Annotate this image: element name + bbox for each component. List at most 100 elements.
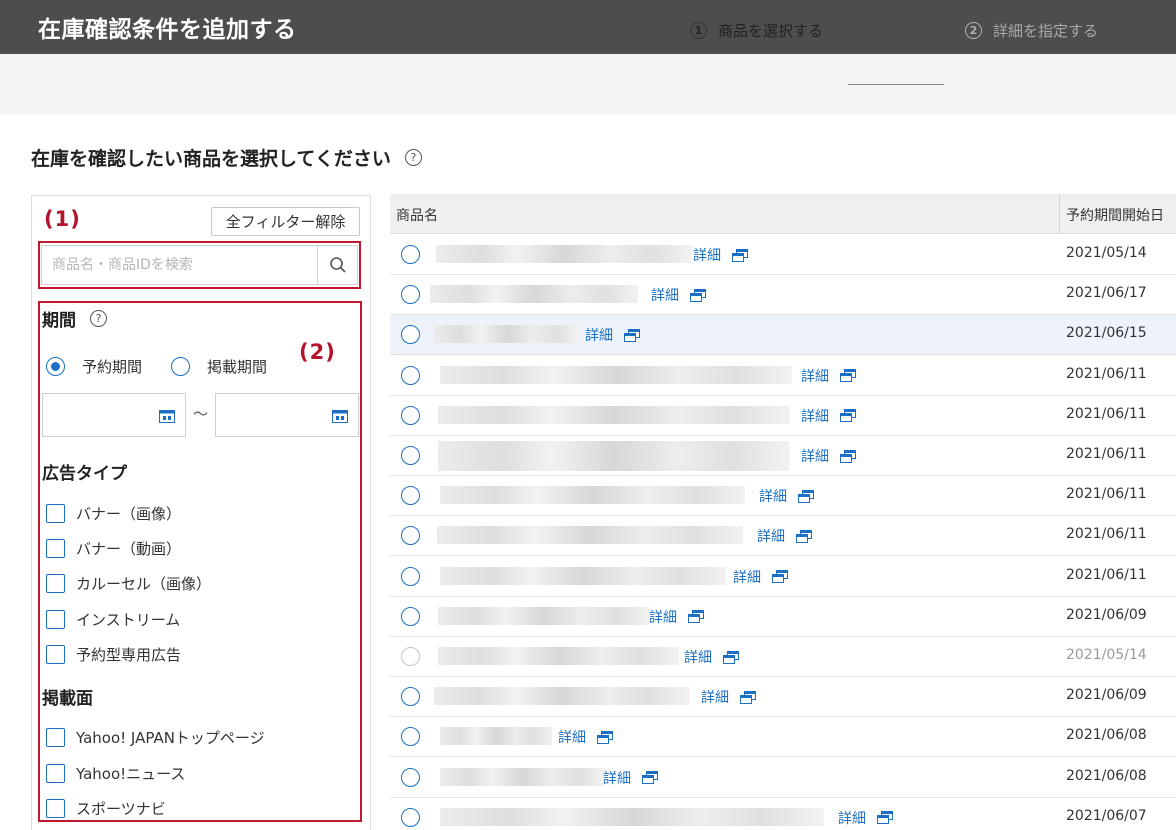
- checkbox-banner-video[interactable]: バナー（動画）: [46, 538, 181, 559]
- table-row[interactable]: 詳細 2021/06/07: [390, 797, 1176, 830]
- start-date-cell: 2021/06/11: [1066, 405, 1147, 422]
- open-window-icon[interactable]: [877, 811, 893, 825]
- detail-link[interactable]: 詳細: [757, 526, 812, 546]
- detail-link[interactable]: 詳細: [701, 687, 756, 707]
- detail-link[interactable]: 詳細: [733, 567, 788, 587]
- open-window-icon[interactable]: [796, 529, 812, 543]
- checkbox-sports-navi[interactable]: スポーツナビ: [46, 798, 166, 819]
- open-window-icon[interactable]: [723, 650, 739, 664]
- clear-all-filters-button[interactable]: 全フィルター解除: [211, 207, 360, 236]
- detail-link[interactable]: 詳細: [603, 768, 658, 788]
- radio-reservation-period[interactable]: 予約期間: [46, 356, 142, 377]
- checkbox-label: スポーツナビ: [76, 800, 166, 818]
- help-icon[interactable]: ?: [404, 149, 422, 166]
- open-window-icon[interactable]: [772, 570, 788, 584]
- detail-link[interactable]: 詳細: [651, 285, 706, 305]
- detail-link[interactable]: 詳細: [558, 727, 613, 747]
- row-select-radio[interactable]: [401, 405, 420, 425]
- table-row[interactable]: 詳細 2021/06/15: [390, 315, 1176, 356]
- start-date-cell: 2021/06/08: [1066, 727, 1147, 744]
- calendar-icon[interactable]: [159, 409, 175, 423]
- checkbox[interactable]: [46, 645, 65, 664]
- table-row[interactable]: 詳細 2021/06/11: [390, 436, 1176, 476]
- checkbox[interactable]: [46, 728, 65, 747]
- checkbox-carousel-image[interactable]: カルーセル（画像）: [46, 573, 211, 594]
- row-select-radio[interactable]: [401, 727, 420, 747]
- open-window-icon[interactable]: [740, 690, 756, 704]
- row-select-radio[interactable]: [401, 687, 420, 707]
- open-window-icon[interactable]: [688, 610, 704, 624]
- checkbox[interactable]: [46, 799, 65, 818]
- table-row[interactable]: 詳細 2021/06/11: [390, 516, 1176, 557]
- search-input[interactable]: [42, 246, 317, 284]
- detail-link[interactable]: 詳細: [759, 486, 814, 506]
- checkbox-label: Yahoo!ニュース: [76, 765, 186, 783]
- table-row[interactable]: 詳細 2021/06/09: [390, 596, 1176, 637]
- date-from-input[interactable]: [42, 393, 186, 437]
- step-1-label: 商品を選択する: [718, 22, 824, 40]
- checkbox-banner-image[interactable]: バナー（画像）: [46, 503, 181, 524]
- open-window-icon[interactable]: [840, 369, 856, 383]
- radio-button[interactable]: [46, 357, 65, 376]
- search-button[interactable]: [317, 246, 357, 284]
- row-select-radio[interactable]: [401, 245, 420, 264]
- start-date-cell: 2021/06/07: [1066, 807, 1147, 824]
- checkbox[interactable]: [46, 504, 65, 523]
- row-select-radio[interactable]: [401, 446, 420, 465]
- open-window-icon[interactable]: [624, 328, 640, 342]
- row-select-radio[interactable]: [401, 767, 420, 787]
- start-date-cell: 2021/06/15: [1066, 325, 1147, 342]
- table-row[interactable]: 詳細 2021/06/11: [390, 355, 1176, 396]
- table-row[interactable]: 詳細 2021/05/14: [390, 235, 1176, 275]
- open-window-icon[interactable]: [798, 489, 814, 503]
- open-window-icon[interactable]: [732, 248, 748, 262]
- checkbox-instream[interactable]: インストリーム: [46, 609, 180, 630]
- table-row[interactable]: 詳細 2021/06/11: [390, 556, 1176, 597]
- row-select-radio[interactable]: [401, 606, 420, 626]
- checkbox-reservation-ad[interactable]: 予約型専用広告: [46, 644, 181, 665]
- row-select-radio[interactable]: [401, 325, 420, 345]
- open-window-icon[interactable]: [597, 730, 613, 744]
- detail-link[interactable]: 詳細: [801, 366, 856, 386]
- checkbox[interactable]: [46, 574, 65, 593]
- detail-link[interactable]: 詳細: [801, 446, 856, 466]
- open-window-icon[interactable]: [690, 288, 706, 302]
- row-select-radio[interactable]: [401, 285, 420, 305]
- table-row[interactable]: 詳細 2021/06/08: [390, 717, 1176, 758]
- date-to-input[interactable]: [215, 393, 359, 437]
- table-row[interactable]: 詳細 2021/06/09: [390, 677, 1176, 718]
- calendar-icon[interactable]: [332, 409, 348, 423]
- checkbox[interactable]: [46, 539, 65, 558]
- table-row[interactable]: 詳細 2021/06/08: [390, 757, 1176, 798]
- detail-link[interactable]: 詳細: [649, 607, 704, 627]
- checkbox[interactable]: [46, 764, 65, 783]
- open-window-icon[interactable]: [840, 409, 856, 423]
- help-icon[interactable]: ?: [90, 310, 107, 327]
- column-header-product-name[interactable]: 商品名: [396, 205, 438, 225]
- checkbox-label: Yahoo! JAPANトップページ: [76, 729, 265, 747]
- row-select-radio[interactable]: [401, 566, 420, 586]
- detail-link[interactable]: 詳細: [585, 325, 640, 345]
- detail-link[interactable]: 詳細: [838, 808, 893, 828]
- checkbox[interactable]: [46, 610, 65, 629]
- column-header-start-date[interactable]: 予約期間開始日: [1059, 194, 1164, 234]
- detail-link[interactable]: 詳細: [801, 406, 856, 426]
- radio-button[interactable]: [171, 357, 190, 376]
- row-select-radio[interactable]: [401, 486, 420, 506]
- open-window-icon[interactable]: [840, 449, 856, 463]
- row-select-radio[interactable]: [401, 526, 420, 546]
- open-window-icon[interactable]: [642, 771, 658, 785]
- detail-link-label: 詳細: [701, 690, 729, 707]
- detail-link[interactable]: 詳細: [693, 245, 748, 265]
- table-row[interactable]: 詳細 2021/06/17: [390, 275, 1176, 316]
- detail-link[interactable]: 詳細: [684, 647, 739, 667]
- checkbox-yahoo-top[interactable]: Yahoo! JAPANトップページ: [46, 727, 265, 748]
- table-row[interactable]: 詳細 2021/06/11: [390, 395, 1176, 436]
- row-select-radio[interactable]: [401, 365, 420, 385]
- table-row[interactable]: 詳細 2021/06/11: [390, 476, 1176, 517]
- row-select-radio[interactable]: [401, 807, 420, 827]
- radio-listing-period[interactable]: 掲載期間: [171, 356, 267, 377]
- checkbox-yahoo-news[interactable]: Yahoo!ニュース: [46, 763, 185, 784]
- product-name-redacted: [438, 441, 790, 471]
- page-title: 在庫確認条件を追加する: [38, 17, 297, 43]
